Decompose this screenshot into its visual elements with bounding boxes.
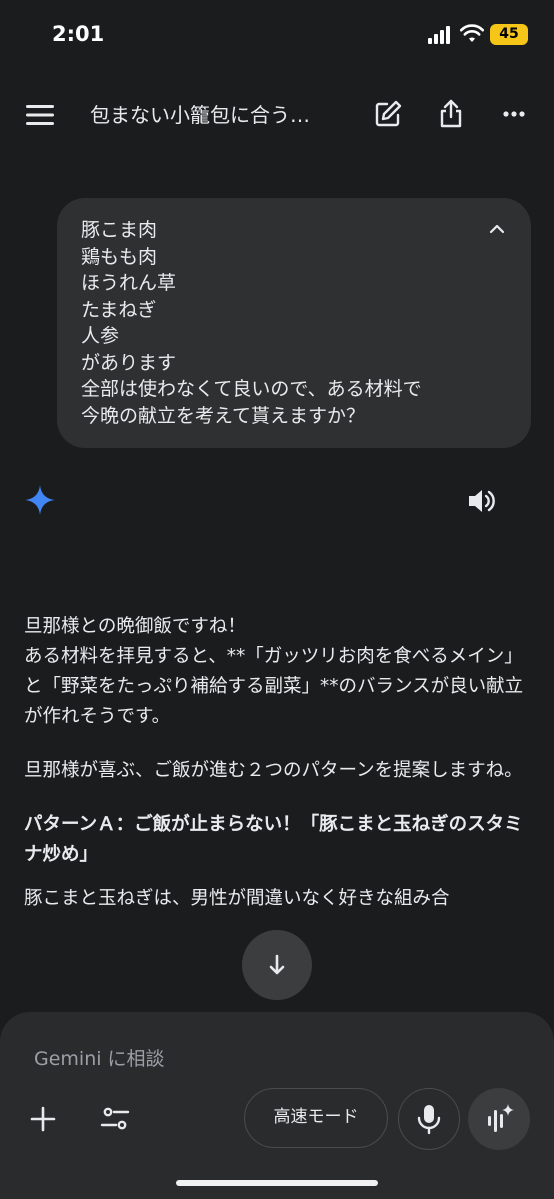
battery-indicator: 45 <box>490 24 528 45</box>
composer-panel: Gemini に相談 高速モード <box>0 1012 554 1199</box>
microphone-button[interactable] <box>398 1088 460 1150</box>
message-line: 今晩の献立を考えて貰えますか？ <box>81 404 366 427</box>
home-indicator <box>176 1180 378 1186</box>
new-chat-edit-icon[interactable] <box>372 98 404 130</box>
status-bar: 2:01 45 <box>0 0 554 70</box>
conversation-title[interactable]: 包まない小籠包に合う… <box>90 99 348 128</box>
chevron-up-icon[interactable] <box>489 224 505 234</box>
more-options-icon[interactable] <box>498 98 530 130</box>
message-line: があります <box>81 351 177 374</box>
speaker-read-aloud-icon[interactable] <box>466 486 498 516</box>
mode-selector-button[interactable]: 高速モード <box>244 1088 388 1148</box>
response-paragraph: 豚こまと玉ねぎは、男性が間違いなく好きな組み合 <box>24 888 450 909</box>
add-icon[interactable] <box>30 1106 56 1132</box>
prompt-input[interactable]: Gemini に相談 <box>34 1044 165 1071</box>
user-message-bubble: 豚こま肉 鶏もも肉 ほうれん草 たまねぎ 人参 があります 全部は使わなくて良い… <box>57 198 531 448</box>
share-icon[interactable] <box>435 98 467 130</box>
message-line: 人参 <box>81 325 120 347</box>
microphone-icon <box>417 1104 440 1134</box>
message-line: ほうれん草 <box>81 272 177 294</box>
battery-level: 45 <box>499 26 519 42</box>
live-waveform-icon <box>488 1104 514 1132</box>
gemini-spark-icon <box>25 485 55 515</box>
arrow-down-icon <box>269 954 285 975</box>
scroll-to-bottom-button[interactable] <box>242 930 312 1000</box>
message-line: たまねぎ <box>81 298 157 321</box>
wifi-icon <box>460 24 484 42</box>
top-app-bar: 包まない小籠包に合う… <box>0 86 554 142</box>
menu-icon[interactable] <box>26 104 54 126</box>
response-paragraph: 旦那様との晩御飯ですね！ ある材料を拝見すると、**「ガッツリお肉を食べるメイン… <box>24 616 524 727</box>
response-heading: パターンＡ：ご飯が止まらない！「豚こまと玉ねぎのスタミナ炒め」 <box>24 814 523 865</box>
mode-label: 高速モード <box>273 1107 359 1127</box>
response-paragraph: 旦那様が喜ぶ、ご飯が進む２つのパターンを提案しますね。 <box>24 760 523 781</box>
message-line: 豚こま肉 <box>81 219 158 241</box>
message-line: 鶏もも肉 <box>81 245 158 268</box>
live-mode-button[interactable] <box>468 1088 530 1150</box>
message-line: 全部は使わなくて良いので、ある材料で <box>81 378 422 400</box>
tools-settings-icon[interactable] <box>100 1104 130 1134</box>
cellular-signal-icon <box>428 26 450 44</box>
status-time: 2:01 <box>52 22 105 46</box>
model-response: 旦那様との晩御飯ですね！ ある材料を拝見すると、**「ガッツリお肉を食べるメイン… <box>24 612 532 938</box>
